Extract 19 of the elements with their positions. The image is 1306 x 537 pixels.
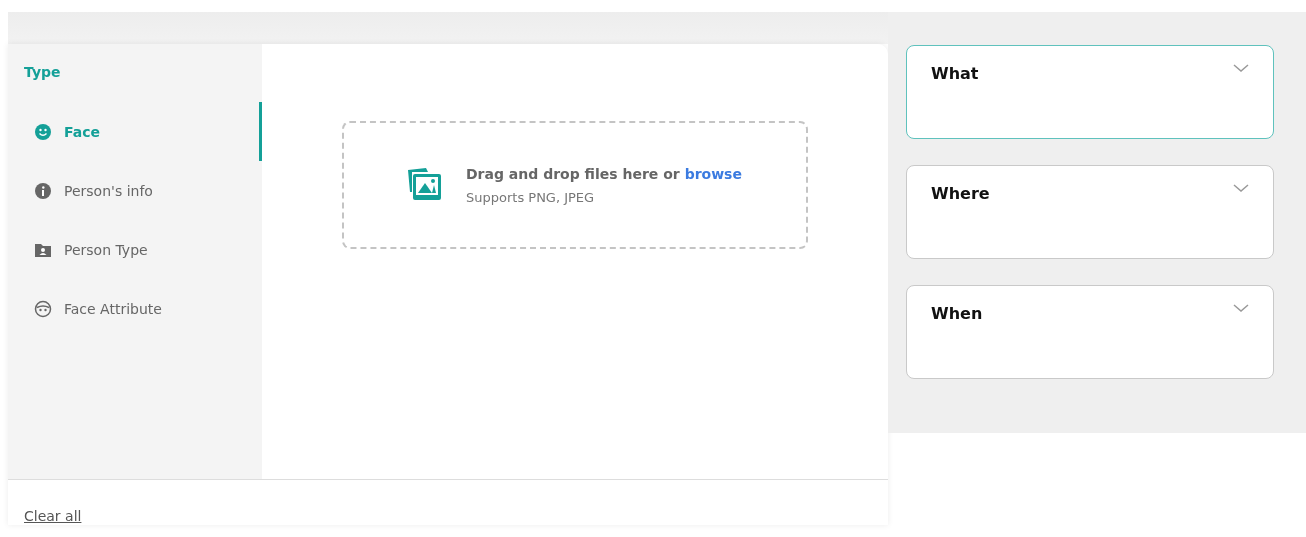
sidebar-heading: Type xyxy=(23,64,62,82)
smiley-icon xyxy=(34,122,52,141)
criteria-dropdown[interactable]: What xyxy=(906,45,1274,139)
sidebar-item[interactable]: Face xyxy=(8,102,262,161)
criteria-dropdown[interactable]: Where xyxy=(906,165,1274,259)
drop-zone[interactable]: Drag and drop files here or browse Supports PNG, JPEG xyxy=(342,121,808,249)
chevron-down-icon xyxy=(1233,184,1249,194)
format-hint: Supports PNG, JPEG xyxy=(466,189,596,205)
sidebar-item[interactable]: Person Type xyxy=(8,220,262,279)
clear-all-link[interactable]: Clear all xyxy=(24,508,82,524)
sidebar-item[interactable]: Face Attribute xyxy=(8,279,262,338)
browse-link[interactable]: browse xyxy=(684,165,742,182)
chevron-down-icon xyxy=(1233,304,1249,314)
info-icon xyxy=(34,181,52,200)
drop-prompt: Drag and drop files here or browse xyxy=(466,165,742,182)
sidebar-item[interactable]: Person's info xyxy=(8,161,262,220)
face-outline-icon xyxy=(34,299,52,318)
chevron-down-icon xyxy=(1233,64,1249,74)
criteria-dropdown[interactable]: When xyxy=(906,285,1274,379)
